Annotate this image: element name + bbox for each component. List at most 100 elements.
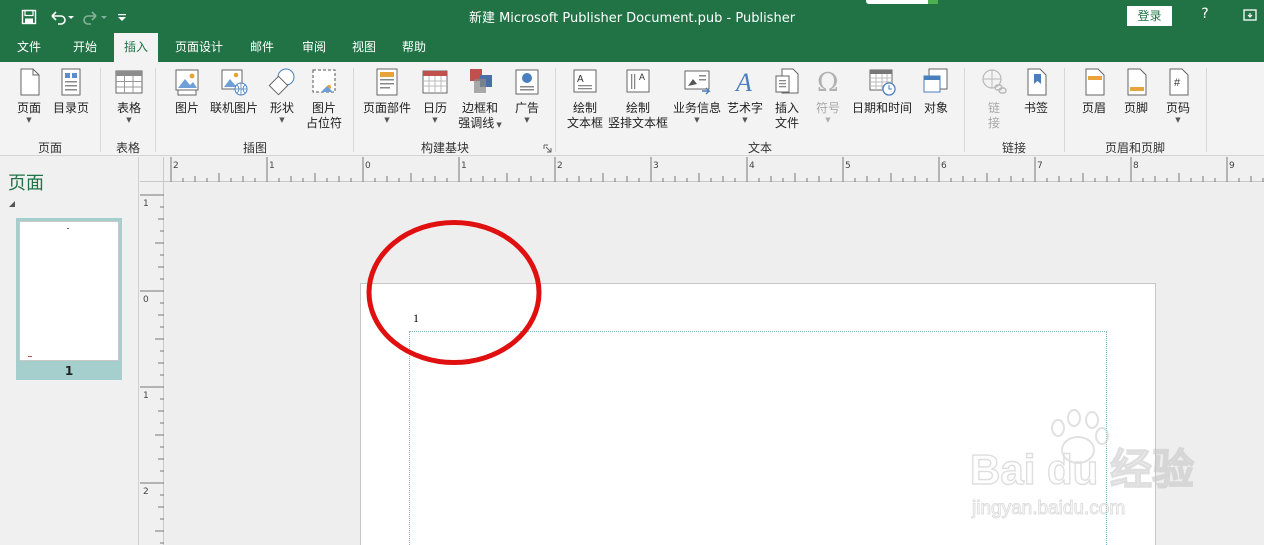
online-picture-label: 联机图片 — [209, 101, 258, 115]
tab-review[interactable]: 审阅 — [292, 33, 336, 62]
calendar-button[interactable]: 日历 ▼ — [418, 66, 452, 124]
tab-view[interactable]: 视图 — [342, 33, 386, 62]
business-info-label: 业务信息 — [672, 101, 721, 115]
shapes-button[interactable]: 形状 ▼ — [265, 66, 299, 124]
group-label-pages: 页面 — [37, 141, 62, 155]
picture-placeholder-button[interactable]: 图片 占位符 — [303, 66, 345, 131]
footer-icon — [1127, 68, 1147, 96]
bookmark-button[interactable]: 书签 — [1018, 66, 1054, 116]
tab-help[interactable]: 帮助 — [392, 33, 436, 62]
ruler-label: 5 — [845, 161, 851, 171]
online-picture-button[interactable]: 联机图片 — [208, 66, 260, 116]
ruler-label: 8 — [1133, 161, 1139, 171]
catalog-page-icon — [61, 68, 81, 96]
draw-textbox-icon: A — [573, 69, 597, 93]
picture-placeholder-label-2: 占位符 — [305, 116, 342, 130]
group-divider — [1206, 68, 1207, 152]
object-button[interactable]: 对象 — [918, 66, 954, 116]
page-thumbnail-number: 1 — [64, 364, 74, 378]
insert-file-button[interactable]: 插入 文件 — [768, 66, 806, 131]
window-title: 新建 Microsoft Publisher Document.pub - Pu… — [468, 11, 796, 26]
tab-home[interactable]: 开始 — [64, 33, 106, 62]
svg-text:#: # — [1174, 77, 1181, 89]
ruler-label: 6 — [941, 161, 947, 171]
group-divider — [353, 68, 354, 152]
group-divider — [100, 68, 101, 152]
table-button[interactable]: 表格 ▼ — [110, 66, 148, 124]
calendar-icon — [422, 70, 448, 94]
ruler-label: 2 — [173, 161, 179, 171]
page-parts-icon — [376, 68, 398, 96]
ruler-label: 2 — [143, 487, 149, 497]
business-info-button[interactable]: 业务信息 ▼ — [672, 66, 722, 124]
borders-accents-button[interactable]: 边框和 强调线 ▼ — [456, 66, 504, 133]
header-button[interactable]: 页眉 — [1076, 66, 1112, 116]
symbol-button[interactable]: Ω 符号 ▼ — [810, 66, 846, 124]
wordart-icon: A — [734, 68, 752, 97]
annotation-red-circle — [366, 220, 542, 365]
object-label: 对象 — [923, 101, 948, 115]
draw-vertical-textbox-label-2: 竖排文本框 — [607, 116, 668, 130]
insert-file-icon — [775, 68, 799, 94]
group-divider — [555, 68, 556, 152]
ribbon-display-options-icon[interactable] — [1236, 4, 1264, 28]
link-icon — [982, 69, 1007, 94]
footer-button[interactable]: 页脚 — [1118, 66, 1154, 116]
table-icon — [115, 70, 143, 94]
page-button[interactable]: 页面 ▼ — [10, 66, 48, 124]
horizontal-ruler[interactable]: 2 1 0 1 2 3 4 5 6 7 8 9 — [164, 157, 1264, 182]
catalog-page-label: 目录页 — [52, 101, 89, 115]
draw-vertical-textbox-button[interactable]: A 绘制 竖排文本框 — [607, 66, 669, 131]
ruler-label: 0 — [365, 161, 371, 171]
symbol-label: 符号 — [815, 101, 840, 115]
vertical-ruler[interactable]: 1 0 1 2 — [140, 182, 164, 545]
ruler-label: 1 — [269, 161, 275, 171]
datetime-button[interactable]: 日期和时间 — [850, 66, 914, 116]
wordart-label: 艺术字 — [726, 101, 763, 115]
collapse-pane-icon[interactable] — [9, 201, 15, 207]
login-button[interactable]: 登录 — [1127, 6, 1172, 26]
vertical-ruler-ticks: 1 0 1 2 — [140, 194, 164, 544]
tab-mailings[interactable]: 邮件 — [240, 33, 284, 62]
page-thumbnail[interactable]: 1 — [16, 218, 122, 380]
page-parts-button[interactable]: 页面部件 ▼ — [360, 66, 414, 124]
online-picture-icon — [221, 69, 248, 96]
insert-file-label-2: 文件 — [774, 116, 799, 130]
tab-file[interactable]: 文件 — [8, 33, 50, 62]
picture-button[interactable]: 图片 — [168, 66, 206, 116]
group-label-tables: 表格 — [115, 141, 140, 155]
link-button[interactable]: 链 接 — [977, 66, 1011, 131]
link-label-1: 链 — [987, 101, 1000, 115]
ruler-label: 9 — [1229, 161, 1235, 171]
picture-icon — [175, 69, 199, 96]
ruler-corner[interactable] — [140, 157, 164, 182]
catalog-page-button[interactable]: 目录页 — [51, 66, 91, 116]
ads-button[interactable]: 广告 ▼ — [510, 66, 544, 124]
horizontal-ruler-ticks: 2 1 0 1 2 3 4 5 6 7 8 9 — [170, 157, 1264, 182]
title-bar: 新建 Microsoft Publisher Document.pub - Pu… — [0, 0, 1264, 33]
page-number-button[interactable]: # 页码 ▼ — [1160, 66, 1196, 124]
tab-insert[interactable]: 插入 — [114, 33, 158, 62]
page-icon — [20, 68, 40, 96]
wordart-button[interactable]: A 艺术字 ▼ — [724, 66, 766, 124]
calendar-label: 日历 — [422, 101, 447, 115]
draw-textbox-label-1: 绘制 — [572, 101, 597, 115]
page-thumbnail-preview — [19, 221, 119, 361]
help-button[interactable]: ? — [1193, 6, 1217, 26]
page-number-icon: # — [1169, 68, 1189, 96]
datetime-icon — [869, 69, 896, 96]
draw-textbox-button[interactable]: A 绘制 文本框 — [563, 66, 607, 131]
watermark-url: jingyan.baidu.com — [971, 498, 1125, 519]
picture-label: 图片 — [174, 101, 199, 115]
group-label-text: 文本 — [747, 141, 772, 155]
omega-icon: Ω — [817, 68, 839, 98]
ruler-label: 1 — [143, 391, 149, 401]
group-label-building-blocks: 构建基块 — [420, 141, 469, 155]
svg-text:A: A — [734, 68, 752, 97]
tab-page-design[interactable]: 页面设计 — [168, 33, 230, 62]
shapes-icon — [268, 68, 295, 96]
shapes-label: 形状 — [269, 101, 294, 115]
group-divider — [155, 68, 156, 152]
building-blocks-dialog-launcher-icon[interactable] — [543, 144, 552, 153]
draw-textbox-label-2: 文本框 — [566, 116, 603, 130]
